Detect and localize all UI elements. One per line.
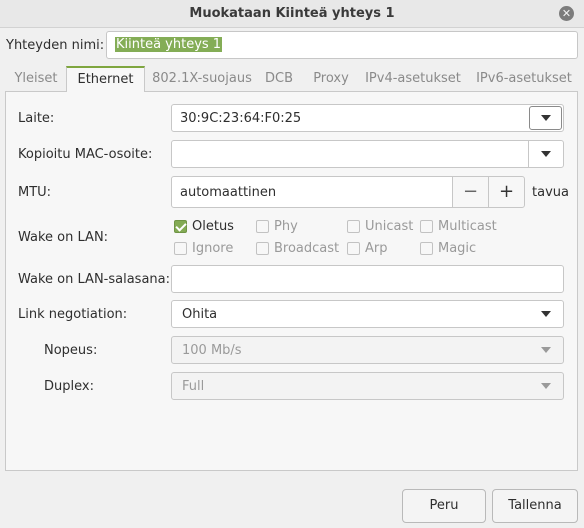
speed-value: 100 Mb/s — [182, 343, 242, 358]
wol-password-input[interactable] — [171, 265, 564, 293]
checkbox-icon — [420, 220, 433, 233]
wol-arp-label: Arp — [365, 241, 388, 256]
tab-proxy[interactable]: Proxy — [306, 66, 356, 92]
mtu-increment-button[interactable]: + — [488, 176, 525, 208]
wol-oletus-label: Oletus — [192, 219, 234, 234]
wol-magic-label: Magic — [438, 241, 477, 256]
mtu-unit: tavua — [532, 185, 569, 200]
save-button[interactable]: Tallenna — [492, 489, 578, 523]
device-dropdown-button[interactable] — [529, 106, 562, 130]
mtu-input[interactable]: automaattinen — [171, 176, 453, 208]
wol-unicast-label: Unicast — [365, 219, 414, 234]
checkbox-icon — [256, 242, 269, 255]
chevron-down-icon — [541, 311, 551, 317]
wol-password-label: Wake on LAN-salasana: — [18, 272, 171, 287]
tab-8021x-suojaus[interactable]: 802.1X-suojaus — [145, 66, 259, 92]
device-combo[interactable]: 30:9C:23:64:F0:25 — [171, 104, 564, 132]
close-icon[interactable]: ✕ — [559, 6, 574, 21]
duplex-label: Duplex: — [44, 379, 94, 394]
cloned-mac-combo[interactable] — [171, 140, 564, 168]
connection-name-label: Yhteyden nimi: — [6, 38, 105, 53]
window-title: Muokataan Kiinteä yhteys 1 — [189, 6, 395, 21]
link-negotiation-select[interactable]: Ohita — [171, 300, 564, 328]
checkbox-checked-icon — [174, 220, 187, 233]
link-negotiation-value: Ohita — [182, 307, 218, 322]
connection-name-input[interactable]: Kiinteä yhteys 1 — [106, 31, 578, 59]
cloned-mac-label: Kopioitu MAC-osoite: — [18, 147, 153, 162]
chevron-down-icon — [541, 347, 551, 353]
mtu-value: automaattinen — [180, 185, 277, 200]
speed-label: Nopeus: — [44, 343, 98, 358]
wake-on-lan-label: Wake on LAN: — [18, 230, 109, 245]
tab-bar: Yleiset Ethernet 802.1X-suojaus DCB Prox… — [6, 66, 578, 92]
speed-select: 100 Mb/s — [171, 336, 564, 364]
chevron-down-icon — [540, 115, 551, 121]
checkbox-icon — [420, 242, 433, 255]
cancel-button[interactable]: Peru — [402, 489, 486, 523]
connection-name-value: Kiinteä yhteys 1 — [115, 37, 223, 52]
device-value: 30:9C:23:64:F0:25 — [180, 111, 302, 126]
tab-ipv6-asetukset[interactable]: IPv6-asetukset — [472, 66, 576, 92]
wol-ignore-label: Ignore — [192, 241, 234, 256]
link-negotiation-label: Link negotiation: — [18, 307, 128, 322]
checkbox-icon — [174, 242, 187, 255]
duplex-value: Full — [182, 379, 205, 394]
checkbox-icon — [347, 242, 360, 255]
mtu-decrement-button[interactable]: − — [452, 176, 489, 208]
cloned-mac-dropdown-button[interactable] — [528, 141, 563, 167]
wol-phy-label: Phy — [274, 219, 298, 234]
wol-multicast-label: Multicast — [438, 219, 497, 234]
duplex-select: Full — [171, 372, 564, 400]
checkbox-icon — [347, 220, 360, 233]
tab-yleiset[interactable]: Yleiset — [6, 66, 66, 92]
title-bar: Muokataan Kiinteä yhteys 1 ✕ — [0, 0, 584, 28]
tab-ethernet[interactable]: Ethernet — [66, 66, 145, 92]
mtu-label: MTU: — [18, 185, 52, 200]
device-label: Laite: — [18, 111, 55, 126]
wol-broadcast-label: Broadcast — [274, 241, 340, 256]
tab-ipv4-asetukset[interactable]: IPv4-asetukset — [363, 66, 463, 92]
chevron-down-icon — [541, 383, 551, 389]
chevron-down-icon — [541, 151, 551, 157]
checkbox-icon — [256, 220, 269, 233]
tab-dcb[interactable]: DCB — [259, 66, 299, 92]
